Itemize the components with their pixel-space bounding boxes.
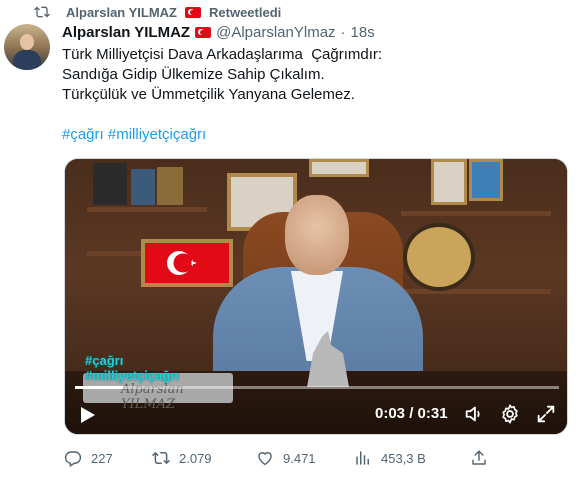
overlay-tag: #çağrı — [85, 353, 124, 368]
views-count: 453,3 B — [381, 450, 426, 466]
retweet-context: Alparslan YILMAZ Retweetledi — [34, 4, 281, 20]
person-head — [285, 195, 349, 275]
play-icon[interactable] — [77, 405, 97, 425]
tweet-time[interactable]: 18s — [351, 24, 375, 41]
video-overlay-tags: #çağrı #milliyetçiçağrı — [85, 353, 179, 383]
views-button[interactable]: 453,3 B — [354, 449, 426, 467]
avatar[interactable] — [4, 24, 50, 70]
tweet-hashtags[interactable]: #çağrı #milliyetçiçağrı — [62, 125, 206, 145]
turkey-flag-icon — [195, 26, 212, 38]
author-handle[interactable]: @AlparslanYlmaz — [216, 24, 335, 41]
tughra-plate — [403, 223, 475, 291]
flag-frame — [469, 159, 503, 201]
reply-count: 227 — [91, 450, 113, 466]
reply-icon — [64, 449, 82, 467]
video-progress-bar[interactable] — [75, 386, 559, 389]
fullscreen-icon[interactable] — [535, 403, 557, 425]
gear-icon[interactable] — [499, 403, 521, 425]
volume-icon[interactable] — [463, 403, 485, 425]
video-player[interactable]: Alparslan YILMAZ #çağrı #milliyetçiçağrı… — [64, 158, 568, 435]
video-progress-fill — [75, 386, 124, 389]
turkish-flag-frame — [141, 239, 233, 287]
like-count: 9.471 — [283, 450, 316, 466]
overlay-tag: #milliyetçiçağrı — [85, 368, 179, 383]
shelf — [401, 211, 551, 216]
retweeter-name[interactable]: Alparslan YILMAZ — [66, 5, 177, 20]
tweet-actions: 227 2.079 9.471 453,3 B — [64, 449, 494, 469]
retweet-button[interactable]: 2.079 — [152, 449, 212, 467]
shelf — [87, 207, 207, 212]
views-icon — [354, 449, 372, 467]
avatar-body — [13, 50, 41, 70]
retweet-label: Retweetledi — [209, 4, 282, 20]
turkey-flag-icon — [185, 6, 202, 18]
separator-dot: · — [340, 23, 346, 41]
book — [131, 169, 155, 205]
retweet-icon — [34, 4, 50, 20]
photo-frame — [309, 159, 369, 177]
heart-icon — [256, 449, 274, 467]
tweet-text: Türk Milliyetçisi Dava Arkadaşlarıma Çağ… — [62, 46, 383, 103]
retweet-count: 2.079 — [179, 450, 212, 466]
reply-button[interactable]: 227 — [64, 449, 113, 467]
share-button[interactable] — [470, 449, 488, 467]
shelf — [401, 289, 551, 294]
portrait-frame — [431, 159, 467, 205]
video-time: 0:03 / 0:31 — [375, 405, 448, 422]
retweet-icon — [152, 449, 170, 467]
share-icon — [470, 449, 488, 467]
author-name[interactable]: Alparslan YILMAZ — [62, 24, 190, 41]
like-button[interactable]: 9.471 — [256, 449, 316, 467]
tweet-header: Alparslan YILMAZ @AlparslanYlmaz · 18s — [62, 22, 375, 42]
book — [157, 167, 183, 205]
book — [93, 163, 127, 205]
avatar-face — [20, 34, 34, 50]
